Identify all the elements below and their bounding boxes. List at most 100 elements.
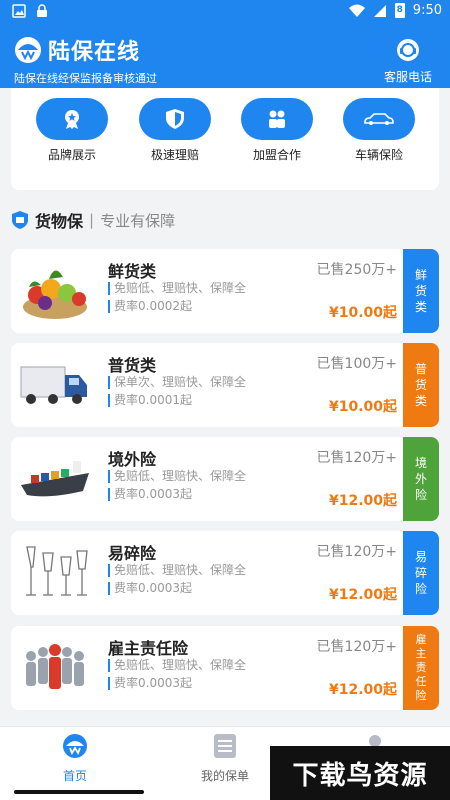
product-tag[interactable]: 境 外 险: [403, 437, 439, 521]
app-subtitle: 陆保在线经保监报备审核通过: [14, 72, 157, 85]
gallery-icon: [12, 4, 26, 18]
product-name: 雇主责任险: [108, 639, 189, 658]
tag-char: 类: [414, 300, 427, 314]
tag-char: 易: [414, 550, 427, 564]
product-card-general[interactable]: 普货类 保单次、理赔快、保障全 费率0.0001起 已售100万+ ¥10.00…: [11, 343, 439, 427]
section-title: 货物保: [35, 212, 84, 231]
product-sold-count: 已售250万+: [316, 262, 397, 278]
product-card-overseas[interactable]: 境外险 免赔低、理赔快、保障全 费率0.0003起 已售120万+ ¥12.00…: [11, 437, 439, 521]
product-features: 免赔低、理赔快、保障全: [108, 282, 246, 295]
quick-action-vehicle[interactable]: 车辆保险: [343, 98, 415, 163]
quick-action-claims-button[interactable]: [139, 98, 211, 140]
tab-home-label: 首页: [62, 769, 87, 783]
product-price: ¥12.00起: [328, 682, 397, 698]
document-list-icon: [214, 734, 236, 758]
section-subtitle: 专业有保障: [100, 211, 176, 230]
quick-actions-card: 品牌展示 极速理赔 加盟合作 车辆保险: [11, 88, 439, 190]
tag-char: 外: [414, 472, 427, 486]
tag-char: 任: [415, 675, 427, 688]
people-icon: [269, 110, 285, 128]
tag-char: 类: [414, 394, 427, 408]
product-tag[interactable]: 鲜 货 类: [403, 249, 439, 333]
tag-char: 境: [414, 456, 427, 470]
product-tag[interactable]: 雇 主 责 任 险: [403, 626, 439, 710]
product-name: 鲜货类: [108, 262, 157, 281]
brand: 陆保在线: [14, 34, 140, 66]
quick-action-claims[interactable]: 极速理赔: [139, 98, 211, 163]
home-logo-icon: [63, 734, 87, 758]
truck-image: [20, 366, 87, 404]
watermark: 下载鸟资源: [270, 746, 450, 800]
tag-char: 鲜: [414, 268, 427, 282]
battery-icon: 8: [394, 3, 405, 18]
product-price: ¥12.00起: [328, 493, 397, 509]
tag-char: 普: [414, 362, 427, 376]
product-tag[interactable]: 普 货 类: [403, 343, 439, 427]
product-features: 免赔低、理赔快、保障全: [108, 564, 246, 577]
product-tag[interactable]: 易 碎 险: [403, 531, 439, 615]
product-rate: 费率0.0003起: [108, 677, 192, 690]
fruit-basket-image: [23, 270, 87, 319]
product-name: 易碎险: [108, 544, 157, 563]
medal-icon: [65, 110, 79, 129]
tab-home[interactable]: 首页: [30, 733, 120, 784]
product-sold-count: 已售100万+: [316, 356, 397, 372]
product-card-fragile[interactable]: 易碎险 免赔低、理赔快、保障全 费率0.0003起 已售120万+ ¥12.00…: [11, 531, 439, 615]
tab-my-policy-label: 我的保单: [200, 769, 249, 783]
product-name: 普货类: [108, 356, 157, 375]
quick-action-label: 品牌展示: [47, 148, 96, 162]
product-sold-count: 已售120万+: [316, 544, 397, 560]
tab-my-policy[interactable]: 我的保单: [180, 733, 270, 784]
tag-char: 货: [414, 284, 427, 298]
home-indicator: [14, 790, 144, 794]
app-title: 陆保在线: [48, 40, 141, 65]
quick-action-vehicle-button[interactable]: [343, 98, 415, 140]
app-header: 陆保在线 陆保在线经保监报备审核通过 客服电话: [0, 24, 450, 88]
section-header: 货物保 | 专业有保障: [11, 208, 175, 232]
customer-service-button[interactable]: 客服电话: [380, 38, 436, 85]
car-icon: [364, 113, 394, 125]
signal-icon: [373, 4, 386, 17]
tag-char: 险: [415, 689, 427, 702]
quick-action-label: 车辆保险: [354, 148, 403, 162]
quick-action-join[interactable]: 加盟合作: [241, 98, 313, 163]
product-rate: 费率0.0003起: [108, 488, 192, 501]
product-card-employer[interactable]: 雇主责任险 免赔低、理赔快、保障全 费率0.0003起 已售120万+ ¥12.…: [11, 626, 439, 710]
product-features: 保单次、理赔快、保障全: [108, 376, 246, 389]
cargo-shield-icon: [12, 211, 28, 229]
product-sold-count: 已售120万+: [316, 639, 397, 655]
quick-action-join-button[interactable]: [241, 98, 313, 140]
tag-char: 责: [415, 661, 427, 674]
cargo-ship-image: [21, 461, 89, 497]
glassware-image: [26, 546, 88, 596]
team-people-image: [26, 644, 84, 689]
quick-action-brand-button[interactable]: [36, 98, 108, 140]
logo-icon: [15, 37, 41, 63]
tag-char: 险: [414, 488, 427, 502]
tag-char: 货: [414, 378, 427, 392]
product-price: ¥10.00起: [328, 399, 397, 415]
product-name: 境外险: [108, 450, 157, 469]
tag-char: 险: [414, 582, 427, 596]
product-sold-count: 已售120万+: [316, 450, 397, 466]
status-time: 9:50: [412, 3, 442, 18]
shield-icon: [166, 109, 184, 129]
tag-char: 主: [415, 647, 427, 660]
customer-service-label: 客服电话: [383, 70, 432, 84]
tag-char: 碎: [414, 566, 427, 580]
wifi-icon: [348, 4, 365, 17]
quick-action-label: 加盟合作: [252, 148, 301, 162]
product-price: ¥12.00起: [328, 587, 397, 603]
product-rate: 费率0.0002起: [108, 300, 192, 313]
status-bar: 8 9:50: [0, 0, 450, 24]
product-card-fresh[interactable]: 鲜货类 免赔低、理赔快、保障全 费率0.0002起 已售250万+ ¥10.00…: [11, 249, 439, 333]
lock-icon: [37, 4, 47, 17]
quick-action-brand[interactable]: 品牌展示: [36, 98, 108, 163]
section-separator: |: [89, 211, 95, 229]
tag-char: 雇: [415, 633, 427, 646]
product-features: 免赔低、理赔快、保障全: [108, 659, 246, 672]
product-price: ¥10.00起: [328, 305, 397, 321]
quick-action-label: 极速理赔: [150, 148, 199, 162]
product-features: 免赔低、理赔快、保障全: [108, 470, 246, 483]
headset-icon: [397, 39, 419, 61]
